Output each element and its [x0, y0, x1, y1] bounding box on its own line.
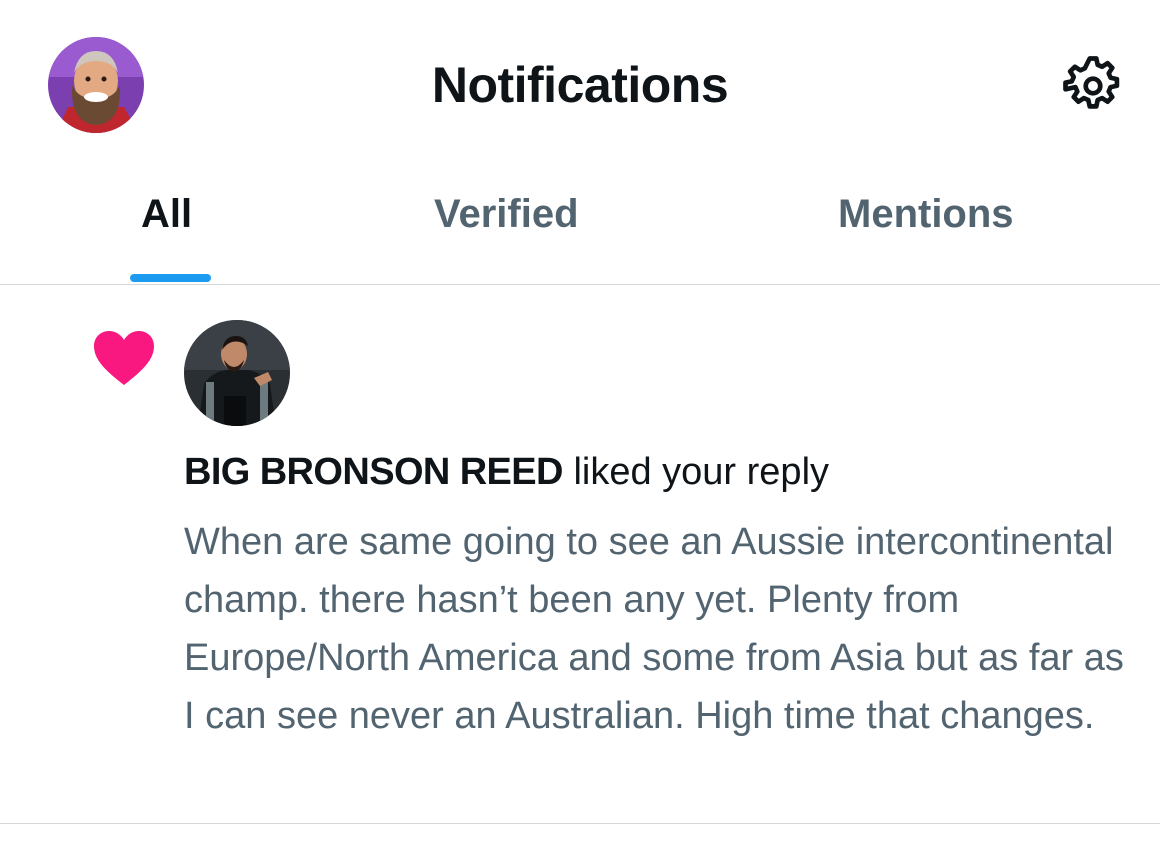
top-app-bar: Notifications	[0, 0, 1160, 170]
actor-avatar-image	[184, 320, 290, 426]
reply-text: When are same going to see an Aussie int…	[184, 521, 1124, 737]
gear-icon	[1063, 56, 1120, 109]
notification-item[interactable]: BIG BRONSON REED liked your reply When a…	[0, 285, 1160, 824]
tab-verified[interactable]: Verified	[434, 192, 579, 237]
active-tab-indicator	[130, 274, 211, 282]
page-title: Notifications	[431, 57, 729, 113]
actor-avatar[interactable]	[184, 320, 290, 426]
actor-name[interactable]: BIG BRONSON REED	[184, 451, 563, 493]
notification-headline: BIG BRONSON REED liked your reply	[184, 451, 829, 494]
settings-button[interactable]	[1058, 53, 1128, 119]
heart-icon	[92, 329, 156, 387]
tab-all[interactable]: All	[141, 192, 192, 237]
tab-mentions[interactable]: Mentions	[838, 192, 1014, 237]
action-text: liked your reply	[573, 451, 830, 493]
notification-tabs: All Verified Mentions	[0, 170, 1160, 285]
